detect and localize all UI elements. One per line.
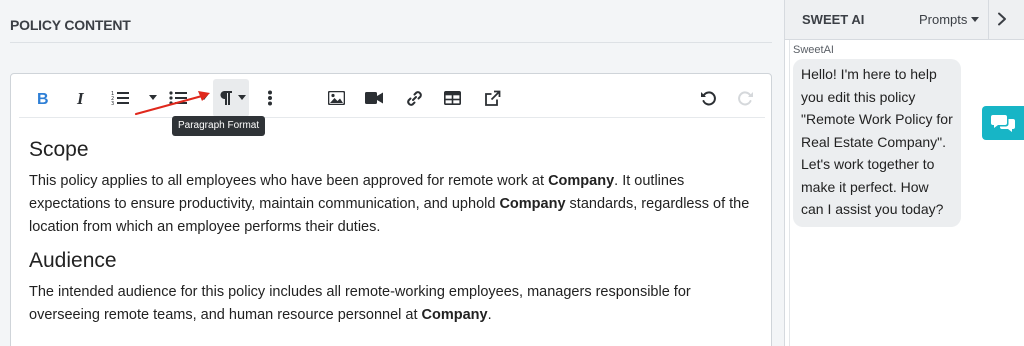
paragraph-format-dropdown-icon[interactable] <box>238 95 246 100</box>
redo-button[interactable] <box>735 78 757 118</box>
svg-text:3: 3 <box>111 101 114 106</box>
chat-button[interactable] <box>982 106 1024 140</box>
assistant-message: Hello! I'm here to help you edit this po… <box>793 59 961 227</box>
redo-icon <box>738 91 753 106</box>
svg-text:B: B <box>37 91 49 106</box>
svg-text:I: I <box>76 90 85 106</box>
insert-table-button[interactable] <box>441 78 463 118</box>
paragraph-icon <box>220 91 232 105</box>
chevron-down-icon <box>971 17 980 22</box>
image-icon <box>327 91 345 105</box>
external-link-icon <box>484 90 500 106</box>
annotation-arrow-icon <box>134 91 210 116</box>
assistant-header: SWEET AI Prompts <box>785 0 1024 40</box>
rich-text-editor[interactable]: B I 1 2 3 Scope This policy applies to a… <box>10 73 772 346</box>
italic-icon: I <box>76 90 85 106</box>
message-sender: SweetAI <box>793 44 834 56</box>
audience-paragraph: The intended audience for this policy in… <box>29 284 691 323</box>
insert-link-button[interactable] <box>403 78 425 118</box>
policy-content-panel: POLICY CONTENT B I 1 2 3 Scope This poli… <box>0 0 784 346</box>
editor-content[interactable]: Scope This policy applies to all employe… <box>29 136 759 335</box>
prompts-label: Prompts <box>919 12 968 27</box>
chevron-right-icon[interactable] <box>997 12 1007 26</box>
table-icon <box>443 91 461 105</box>
audience-heading: Audience <box>29 249 117 272</box>
panel-divider <box>789 40 790 346</box>
more-vertical-icon <box>268 90 272 106</box>
ordered-list-icon: 1 2 3 <box>111 91 129 106</box>
video-icon <box>365 92 383 104</box>
undo-icon <box>701 91 716 106</box>
more-button[interactable] <box>261 78 279 118</box>
chat-bubbles-icon <box>991 115 1015 132</box>
scope-heading: Scope <box>29 138 89 161</box>
bold-button[interactable]: B <box>33 78 53 118</box>
scope-paragraph: This policy applies to all employees who… <box>29 173 750 235</box>
insert-image-button[interactable] <box>325 78 347 118</box>
title-divider <box>10 42 772 43</box>
prompts-dropdown[interactable]: Prompts <box>919 12 980 27</box>
section-title: POLICY CONTENT <box>10 17 131 33</box>
italic-button[interactable]: I <box>71 78 91 118</box>
link-icon <box>406 90 422 106</box>
open-external-button[interactable] <box>481 78 503 118</box>
assistant-panel: SWEET AI Prompts SweetAI Hello! I'm here… <box>784 0 1024 346</box>
paragraph-format-tooltip: Paragraph Format <box>172 116 266 136</box>
assistant-title: SWEET AI <box>802 12 865 27</box>
insert-video-button[interactable] <box>363 78 385 118</box>
header-divider <box>988 0 989 40</box>
bold-icon: B <box>37 91 49 106</box>
undo-button[interactable] <box>697 78 719 118</box>
